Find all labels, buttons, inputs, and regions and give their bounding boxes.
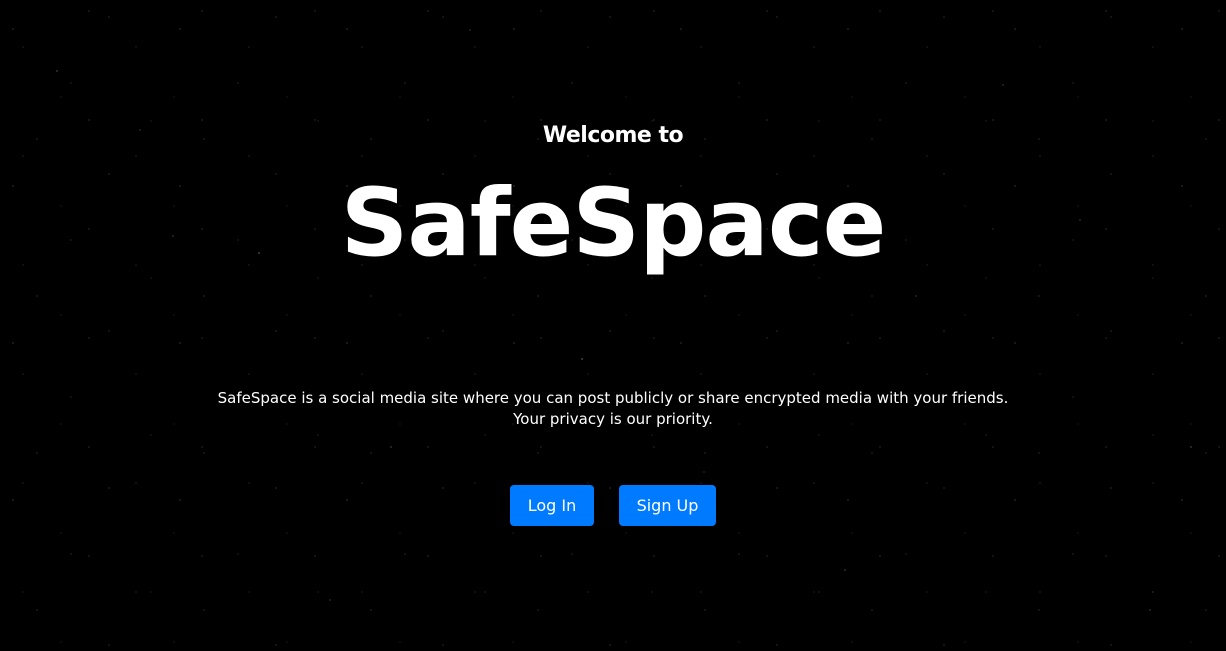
brand-title: SafeSpace	[340, 169, 887, 278]
welcome-heading: Welcome to	[542, 123, 684, 148]
site-description: SafeSpace is a social media site where y…	[0, 388, 1226, 430]
signup-button[interactable]: Sign Up	[619, 485, 716, 526]
auth-actions: Log In Sign Up	[0, 485, 1226, 526]
login-button[interactable]: Log In	[510, 485, 594, 526]
description-line-2: Your privacy is our priority.	[513, 410, 713, 428]
description-line-1: SafeSpace is a social media site where y…	[217, 389, 1009, 407]
landing-hero: Welcome to SafeSpace SafeSpace is a soci…	[0, 0, 1226, 651]
